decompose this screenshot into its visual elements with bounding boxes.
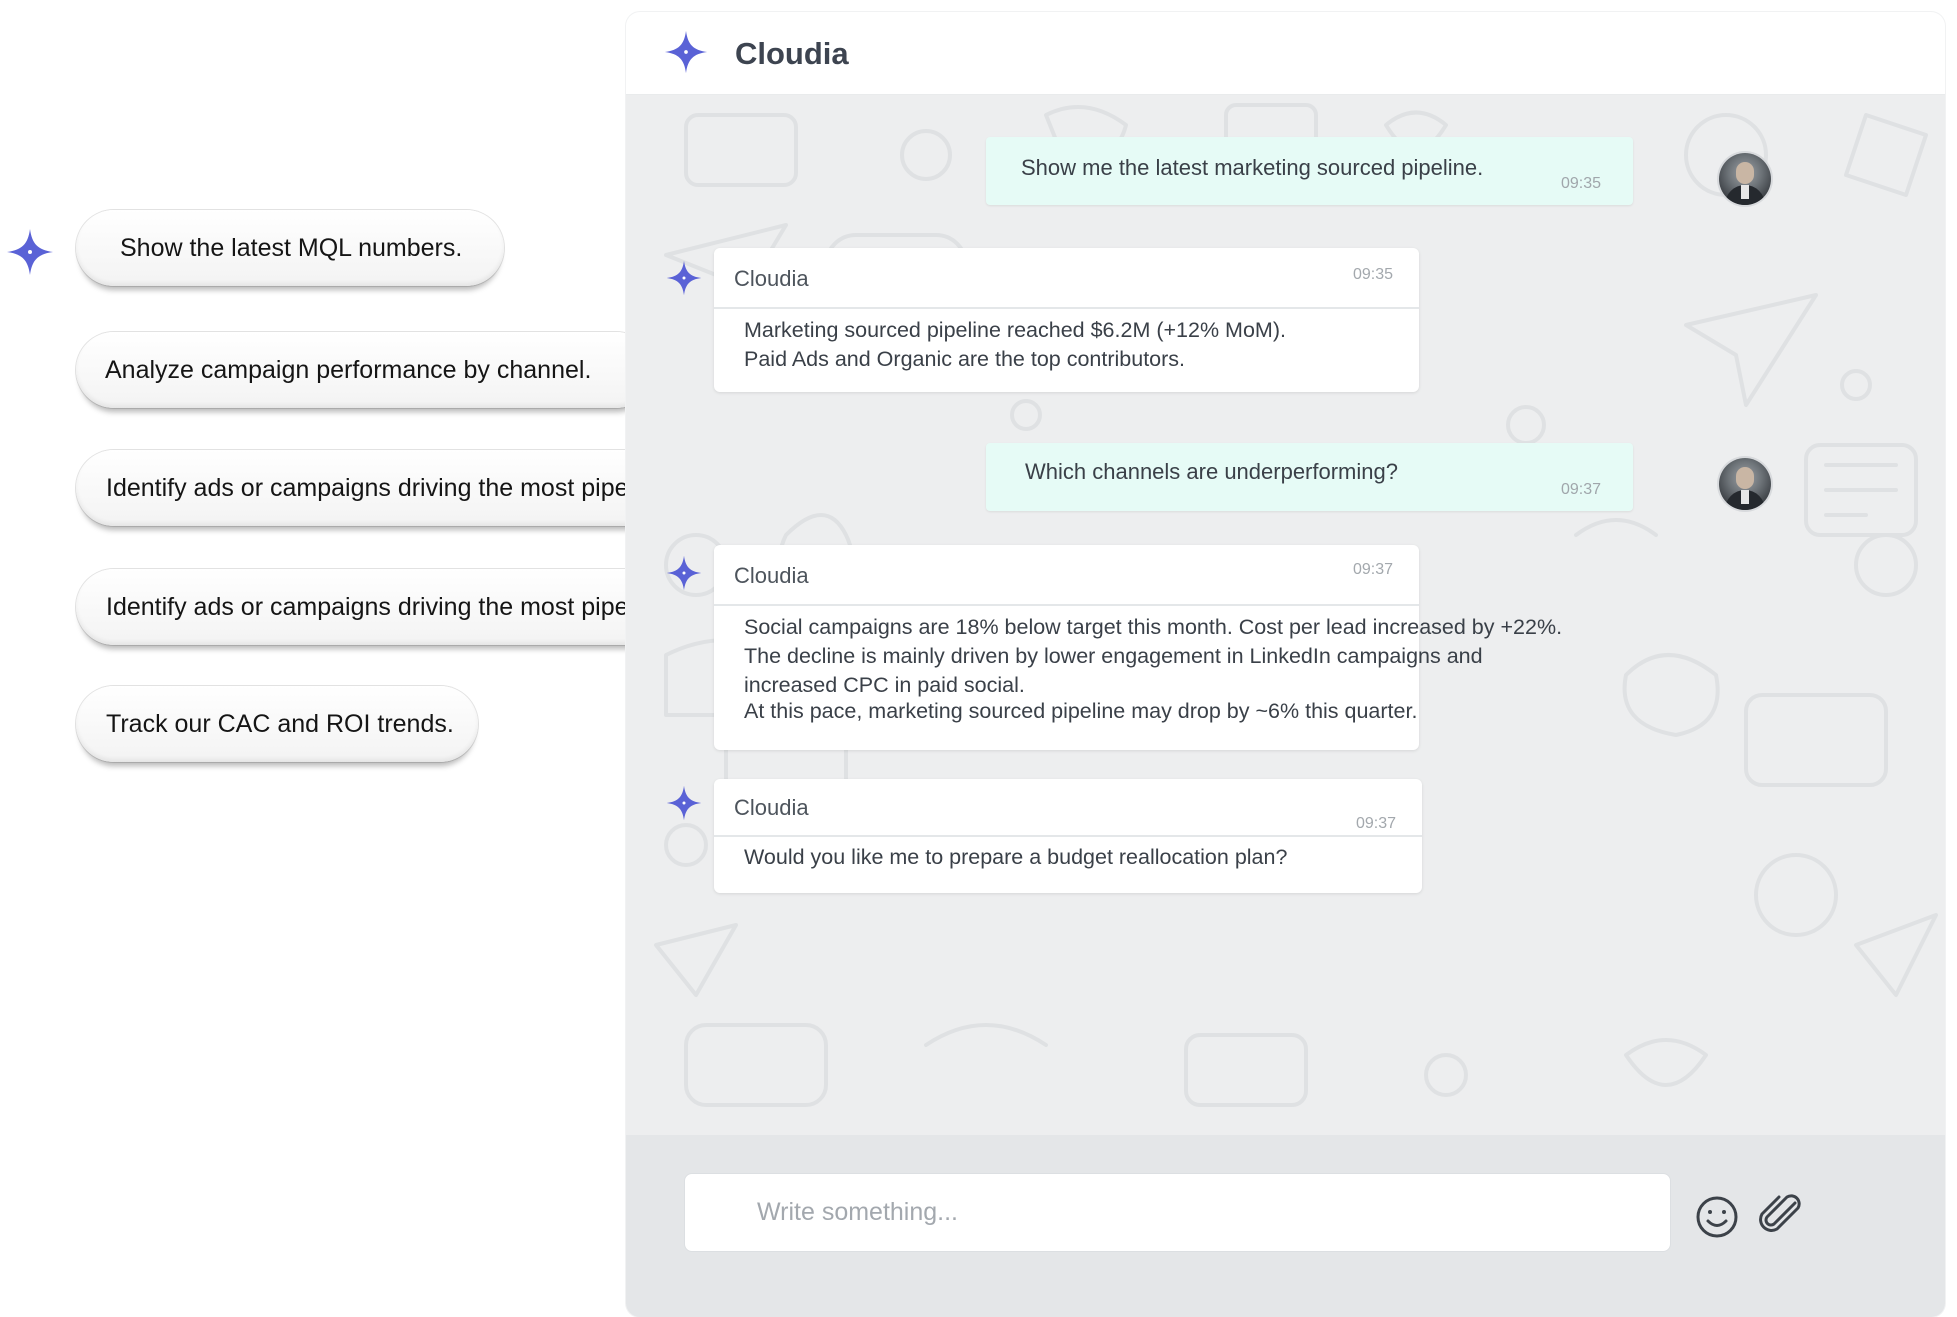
assistant-message: Cloudia 09:35 Marketing sourced pipeline…: [714, 248, 1419, 392]
message-time: 09:37: [1355, 815, 1396, 832]
message-text: Marketing sourced pipeline reached $6.2M…: [744, 318, 1286, 371]
message-time: 09:35: [1352, 266, 1393, 283]
message-text: Which channels are underperforming?: [1025, 459, 1398, 484]
user-avatar: [1719, 153, 1771, 205]
assistant-sparkle-icon: [666, 260, 702, 296]
message-time: 09:37: [1352, 561, 1393, 578]
chat-window: Cloudia Show me the latest marketing sou…: [626, 12, 1945, 1317]
message-text: Would you like me to prepare a budget re…: [744, 845, 1288, 869]
assistant-message: Cloudia 09:37 Would you like me to prepa…: [714, 779, 1422, 893]
assistant-sparkle-icon: [6, 228, 54, 276]
message-time: 09:35: [1560, 175, 1601, 192]
sender-name: Cloudia: [734, 266, 809, 291]
message-text: Social campaigns are 18% below target th…: [744, 615, 1563, 723]
message-input[interactable]: [685, 1174, 1670, 1251]
chat-title: Cloudia: [735, 36, 849, 71]
assistant-message: Cloudia 09:37 Social campaigns are 18% b…: [714, 545, 1562, 750]
suggestion-pill[interactable]: Track our CAC and ROI trends.: [76, 686, 478, 762]
sender-name: Cloudia: [734, 563, 809, 588]
user-message: Show me the latest marketing sourced pip…: [986, 137, 1633, 205]
assistant-sparkle-icon: [666, 555, 702, 591]
suggestion-label: Identify ads or campaigns driving the mo…: [106, 593, 675, 621]
suggestion-pill[interactable]: Analyze campaign performance by channel.: [76, 332, 654, 408]
chat-header: Cloudia: [626, 12, 1945, 95]
message-text: Show me the latest marketing sourced pip…: [1021, 155, 1484, 180]
suggestion-label: Analyze campaign performance by channel.: [105, 356, 592, 384]
suggestion-pill[interactable]: Show the latest MQL numbers.: [76, 210, 504, 286]
sender-name: Cloudia: [734, 795, 809, 820]
paperclip-icon[interactable]: [1757, 1191, 1805, 1244]
message-time: 09:37: [1560, 481, 1601, 498]
assistant-sparkle-icon: [664, 30, 708, 79]
smiley-icon[interactable]: [1695, 1195, 1739, 1244]
assistant-sparkle-icon: [666, 785, 702, 821]
composer-bar: [626, 1135, 1945, 1317]
user-avatar: [1719, 458, 1771, 510]
message-list[interactable]: Show me the latest marketing sourced pip…: [626, 95, 1945, 1135]
suggestion-label: Track our CAC and ROI trends.: [106, 710, 454, 738]
suggestion-label: Identify ads or campaigns driving the mo…: [106, 474, 675, 502]
message-input-box[interactable]: [684, 1173, 1671, 1252]
suggestion-label: Show the latest MQL numbers.: [120, 234, 463, 262]
user-message: Which channels are underperforming? 09:3…: [986, 443, 1633, 511]
